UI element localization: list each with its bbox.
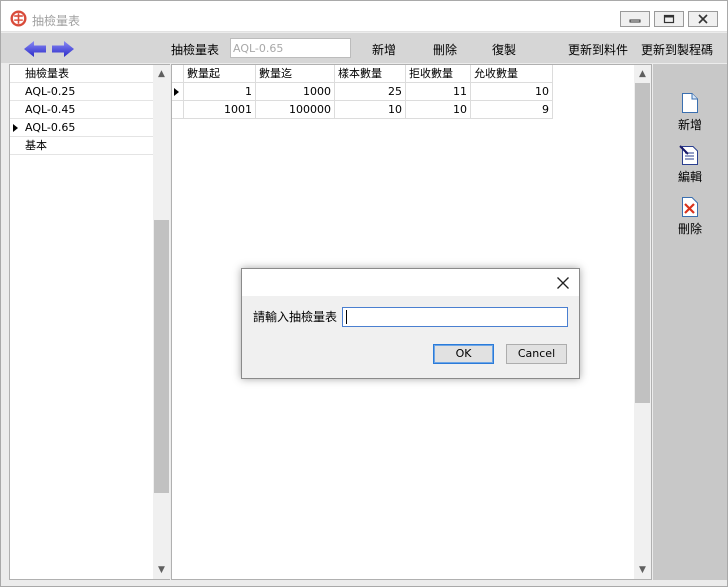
title-bar: 抽檢量表	[1, 1, 727, 32]
main-window: 抽檢量表 抽檢量表 新增 刪除 復製 更新到料件 更新到製程碼 抽檢量表 AQL…	[0, 0, 728, 587]
table-name-field[interactable]	[230, 38, 351, 58]
window-title: 抽檢量表	[32, 14, 81, 28]
table-label: 抽檢量表	[171, 43, 220, 57]
maximize-button[interactable]	[654, 11, 684, 27]
side-delete-button[interactable]: 刪除	[653, 196, 727, 237]
column-header[interactable]: 允收數量	[471, 65, 553, 83]
grid-cell[interactable]: 1	[184, 83, 256, 101]
grid-cell[interactable]: 10	[335, 101, 406, 119]
row-pointer-icon	[174, 88, 179, 96]
row-selector[interactable]	[172, 83, 184, 101]
close-button[interactable]	[688, 11, 718, 27]
grid-cell[interactable]: 11	[406, 83, 471, 101]
maximize-icon	[663, 14, 675, 24]
grid-cell[interactable]: 1001	[184, 101, 256, 119]
scroll-up-icon[interactable]: ▲	[158, 69, 165, 79]
dialog-close-icon[interactable]	[555, 275, 571, 291]
arrow-left-icon[interactable]	[23, 40, 47, 58]
minimize-button[interactable]	[620, 11, 650, 27]
input-dialog: 請輸入抽檢量表 OK Cancel	[241, 268, 580, 379]
side-new-button[interactable]: 新增	[653, 92, 727, 133]
column-header[interactable]: 數量起	[184, 65, 256, 83]
text-caret	[346, 310, 347, 324]
list-item[interactable]: AQL-0.45	[10, 101, 153, 119]
grid-cell[interactable]: 9	[471, 101, 553, 119]
dialog-input-field[interactable]	[342, 307, 568, 327]
column-header[interactable]: 拒收數量	[406, 65, 471, 83]
dialog-title-bar	[242, 269, 579, 296]
table-list: 抽檢量表 AQL-0.25 AQL-0.45 AQL-0.65 基本 ▲ ▼	[9, 64, 170, 580]
scroll-thumb[interactable]	[635, 83, 650, 403]
column-header[interactable]: 數量迄	[256, 65, 335, 83]
list-item-selected[interactable]: AQL-0.65	[10, 119, 153, 137]
arrow-right-icon[interactable]	[51, 40, 75, 58]
dialog-prompt-label: 請輸入抽檢量表	[253, 310, 338, 324]
row-selector[interactable]	[172, 101, 184, 119]
side-edit-button[interactable]: 編輯	[653, 144, 727, 185]
side-delete-label: 刪除	[677, 222, 702, 236]
list-item-label: AQL-0.65	[25, 121, 76, 134]
grid-cell[interactable]: 10	[406, 101, 471, 119]
column-header[interactable]: 樣本數量	[335, 65, 406, 83]
toolbar: 抽檢量表 新增 刪除 復製 更新到料件 更新到製程碼	[1, 33, 727, 63]
list-scrollbar[interactable]: ▲ ▼	[153, 65, 170, 579]
grid-scrollbar[interactable]: ▲ ▼	[634, 65, 651, 579]
grid-cell[interactable]: 10	[471, 83, 553, 101]
edit-document-icon	[679, 145, 698, 165]
new-button[interactable]: 新增	[372, 41, 396, 58]
scroll-down-icon[interactable]: ▼	[639, 565, 646, 575]
list-header: 抽檢量表	[10, 65, 153, 83]
minimize-icon	[629, 19, 641, 23]
grid-cell[interactable]: 100000	[256, 101, 335, 119]
app-logo-icon	[10, 10, 27, 27]
side-new-label: 新增	[677, 118, 702, 132]
update-process-button[interactable]: 更新到製程碼	[641, 41, 713, 58]
close-icon	[698, 14, 708, 24]
grid-cell[interactable]: 25	[335, 83, 406, 101]
ok-button[interactable]: OK	[433, 344, 494, 364]
list-item[interactable]: 基本	[10, 137, 153, 155]
side-action-panel: 新增 編輯 刪除	[653, 64, 727, 580]
grid-cell[interactable]: 1000	[256, 83, 335, 101]
copy-button[interactable]: 復製	[492, 41, 516, 58]
scroll-down-icon[interactable]: ▼	[158, 565, 165, 575]
new-document-icon	[682, 93, 698, 113]
delete-button[interactable]: 刪除	[433, 41, 457, 58]
side-edit-label: 編輯	[677, 170, 702, 184]
update-material-button[interactable]: 更新到料件	[568, 41, 628, 58]
grid-corner	[172, 65, 184, 83]
cancel-button[interactable]: Cancel	[506, 344, 567, 364]
scroll-up-icon[interactable]: ▲	[639, 69, 646, 79]
scroll-thumb[interactable]	[154, 220, 169, 493]
list-item[interactable]: AQL-0.25	[10, 83, 153, 101]
row-pointer-icon	[13, 124, 18, 132]
delete-document-icon	[682, 197, 698, 217]
